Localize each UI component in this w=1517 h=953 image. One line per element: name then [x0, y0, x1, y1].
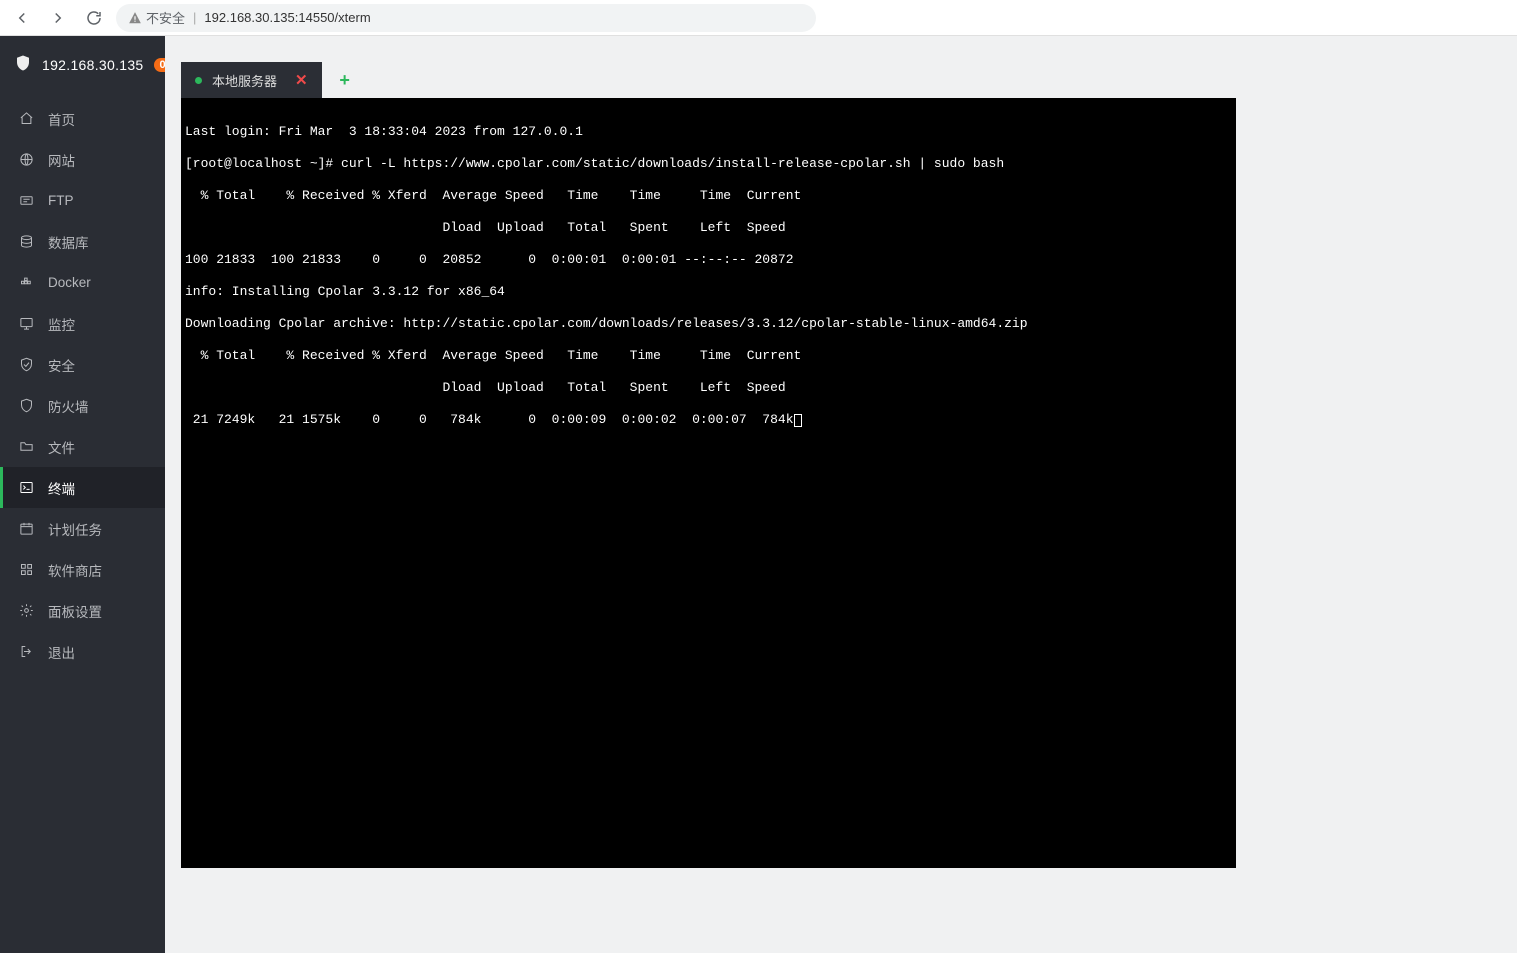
browser-toolbar: 不安全 | 192.168.30.135:14550/xterm — [0, 0, 1517, 36]
sidebar-item-label: 网站 — [48, 150, 75, 170]
sidebar-item-label: FTP — [48, 193, 74, 208]
sidebar-item-label: 安全 — [48, 355, 75, 375]
sidebar-item-home[interactable]: 首页 — [0, 98, 165, 139]
shield-icon — [14, 54, 32, 77]
term-line: [root@localhost ~]# curl -L https://www.… — [185, 156, 1232, 172]
sidebar-item-label: 数据库 — [48, 232, 89, 252]
sidebar-item-db[interactable]: 数据库 — [0, 221, 165, 262]
globe-icon — [18, 152, 34, 168]
sidebar-item-label: 文件 — [48, 437, 75, 457]
tab-label: 本地服务器 — [212, 71, 277, 90]
sidebar-item-docker[interactable]: Docker — [0, 262, 165, 303]
sidebar-item-store[interactable]: 软件商店 — [0, 549, 165, 590]
sidebar-item-files[interactable]: 文件 — [0, 426, 165, 467]
home-icon — [18, 111, 34, 127]
address-bar[interactable]: 不安全 | 192.168.30.135:14550/xterm — [116, 4, 816, 32]
term-line: Dload Upload Total Spent Left Speed — [185, 220, 1232, 236]
terminal-tabs: 本地服务器 ✕ + — [181, 62, 1501, 98]
docker-icon — [18, 275, 34, 291]
server-ip: 192.168.30.135 — [42, 57, 144, 73]
address-separator: | — [193, 10, 196, 25]
term-line: % Total % Received % Xferd Average Speed… — [185, 188, 1232, 204]
sidebar-item-label: 监控 — [48, 314, 75, 334]
sidebar-header: 192.168.30.135 0 — [0, 36, 165, 94]
term-line: Dload Upload Total Spent Left Speed — [185, 380, 1232, 396]
sidebar-item-label: 退出 — [48, 642, 75, 662]
add-tab-button[interactable]: + — [330, 64, 360, 96]
sidebar-item-ftp[interactable]: FTP — [0, 180, 165, 221]
back-button[interactable] — [8, 4, 36, 32]
sidebar-item-label: 面板设置 — [48, 601, 102, 621]
insecure-warning: 不安全 — [128, 8, 185, 27]
term-line-last: 21 7249k 21 1575k 0 0 784k 0 0:00:09 0:0… — [185, 412, 1232, 428]
sidebar-menu: 首页 网站 FTP 数据库 Docker 监控 — [0, 94, 165, 672]
close-icon[interactable]: ✕ — [295, 71, 308, 89]
sidebar-item-monitor[interactable]: 监控 — [0, 303, 165, 344]
sidebar-item-terminal[interactable]: 终端 — [0, 467, 165, 508]
sidebar-item-cron[interactable]: 计划任务 — [0, 508, 165, 549]
sidebar: 192.168.30.135 0 首页 网站 FTP 数据库 — [0, 36, 165, 953]
sidebar-item-settings[interactable]: 面板设置 — [0, 590, 165, 631]
terminal-output[interactable]: Last login: Fri Mar 3 18:33:04 2023 from… — [181, 98, 1236, 868]
sidebar-item-label: 软件商店 — [48, 560, 102, 580]
apps-icon — [18, 562, 34, 578]
shield-check-icon — [18, 357, 34, 373]
sidebar-item-security[interactable]: 安全 — [0, 344, 165, 385]
sidebar-item-logout[interactable]: 退出 — [0, 631, 165, 672]
sidebar-item-label: 终端 — [48, 478, 75, 498]
gear-icon — [18, 603, 34, 619]
app-root: 192.168.30.135 0 首页 网站 FTP 数据库 — [0, 36, 1517, 953]
ftp-icon — [18, 193, 34, 209]
term-line: info: Installing Cpolar 3.3.12 for x86_6… — [185, 284, 1232, 300]
monitor-icon — [18, 316, 34, 332]
term-line: 100 21833 100 21833 0 0 20852 0 0:00:01 … — [185, 252, 1232, 268]
term-line: Downloading Cpolar archive: http://stati… — [185, 316, 1232, 332]
database-icon — [18, 234, 34, 250]
insecure-label: 不安全 — [146, 8, 185, 27]
terminal-icon — [18, 480, 34, 496]
logout-icon — [18, 644, 34, 660]
terminal-tab-local[interactable]: 本地服务器 ✕ — [181, 62, 322, 98]
status-dot-icon — [195, 77, 202, 84]
forward-button[interactable] — [44, 4, 72, 32]
cursor-icon — [794, 414, 802, 427]
term-text: 21 7249k 21 1575k 0 0 784k 0 0:00:09 0:0… — [185, 412, 794, 427]
sidebar-item-label: Docker — [48, 275, 91, 290]
folder-icon — [18, 439, 34, 455]
reload-button[interactable] — [80, 4, 108, 32]
sidebar-item-label: 计划任务 — [48, 519, 102, 539]
sidebar-item-firewall[interactable]: 防火墙 — [0, 385, 165, 426]
term-line: Last login: Fri Mar 3 18:33:04 2023 from… — [185, 124, 1232, 140]
url-text: 192.168.30.135:14550/xterm — [204, 10, 370, 25]
calendar-icon — [18, 521, 34, 537]
sidebar-item-site[interactable]: 网站 — [0, 139, 165, 180]
main-content: 本地服务器 ✕ + Last login: Fri Mar 3 18:33:04… — [165, 36, 1517, 953]
sidebar-item-label: 首页 — [48, 109, 75, 129]
term-line: % Total % Received % Xferd Average Speed… — [185, 348, 1232, 364]
sidebar-item-label: 防火墙 — [48, 396, 89, 416]
firewall-icon — [18, 398, 34, 414]
